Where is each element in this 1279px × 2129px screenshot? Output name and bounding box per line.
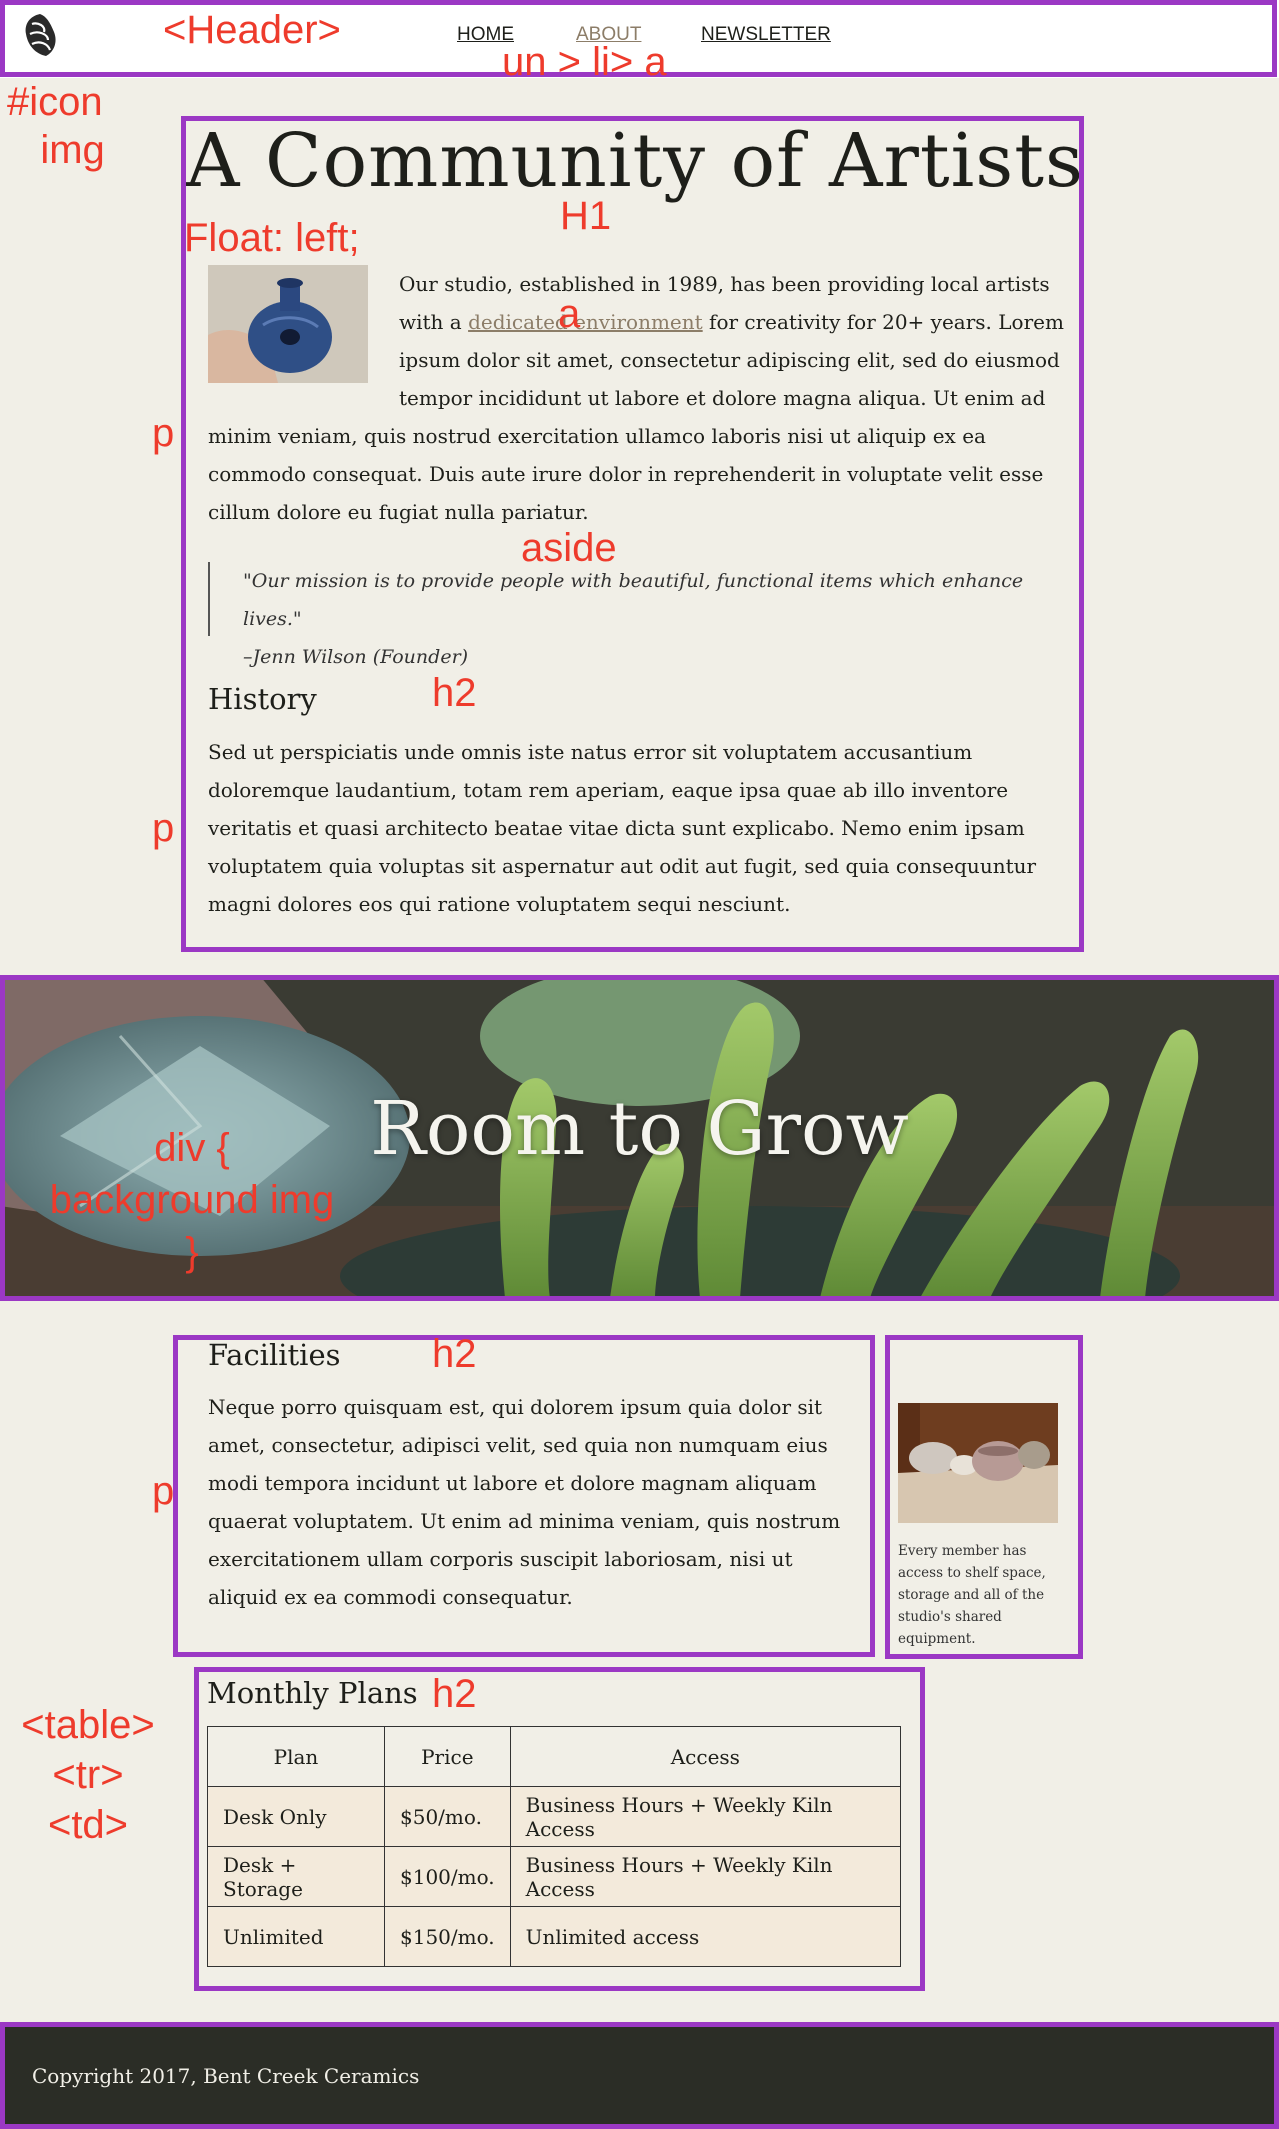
annotation-label-aside: aside <box>521 526 617 570</box>
annotation-box-table <box>194 1667 925 1991</box>
annotation-label-h2: h2 <box>432 1332 477 1376</box>
annotation-label-p: p <box>152 1469 175 1513</box>
annotation-box-facilities <box>173 1335 875 1657</box>
annotation-label-h2: h2 <box>432 1672 477 1716</box>
annotation-label-h2: h2 <box>432 671 477 715</box>
annotation-label-nav: un > li> a <box>502 40 667 84</box>
annotation-label-bg-div: div { background img } <box>49 1126 335 1274</box>
annotation-box-sidebar <box>885 1335 1083 1659</box>
annotation-label-a: a <box>558 292 581 336</box>
annotation-label-h1: H1 <box>560 194 612 238</box>
annotation-label-float: Float: left; <box>184 216 360 260</box>
annotation-label-icon: #icon img <box>7 80 105 172</box>
annotation-box-footer <box>0 2022 1279 2129</box>
annotation-label-table: <table> <tr> <td> <box>21 1703 155 1847</box>
annotation-label-header: <Header> <box>163 8 341 52</box>
annotation-label-p: p <box>152 806 175 850</box>
annotation-label-p: p <box>152 411 175 455</box>
